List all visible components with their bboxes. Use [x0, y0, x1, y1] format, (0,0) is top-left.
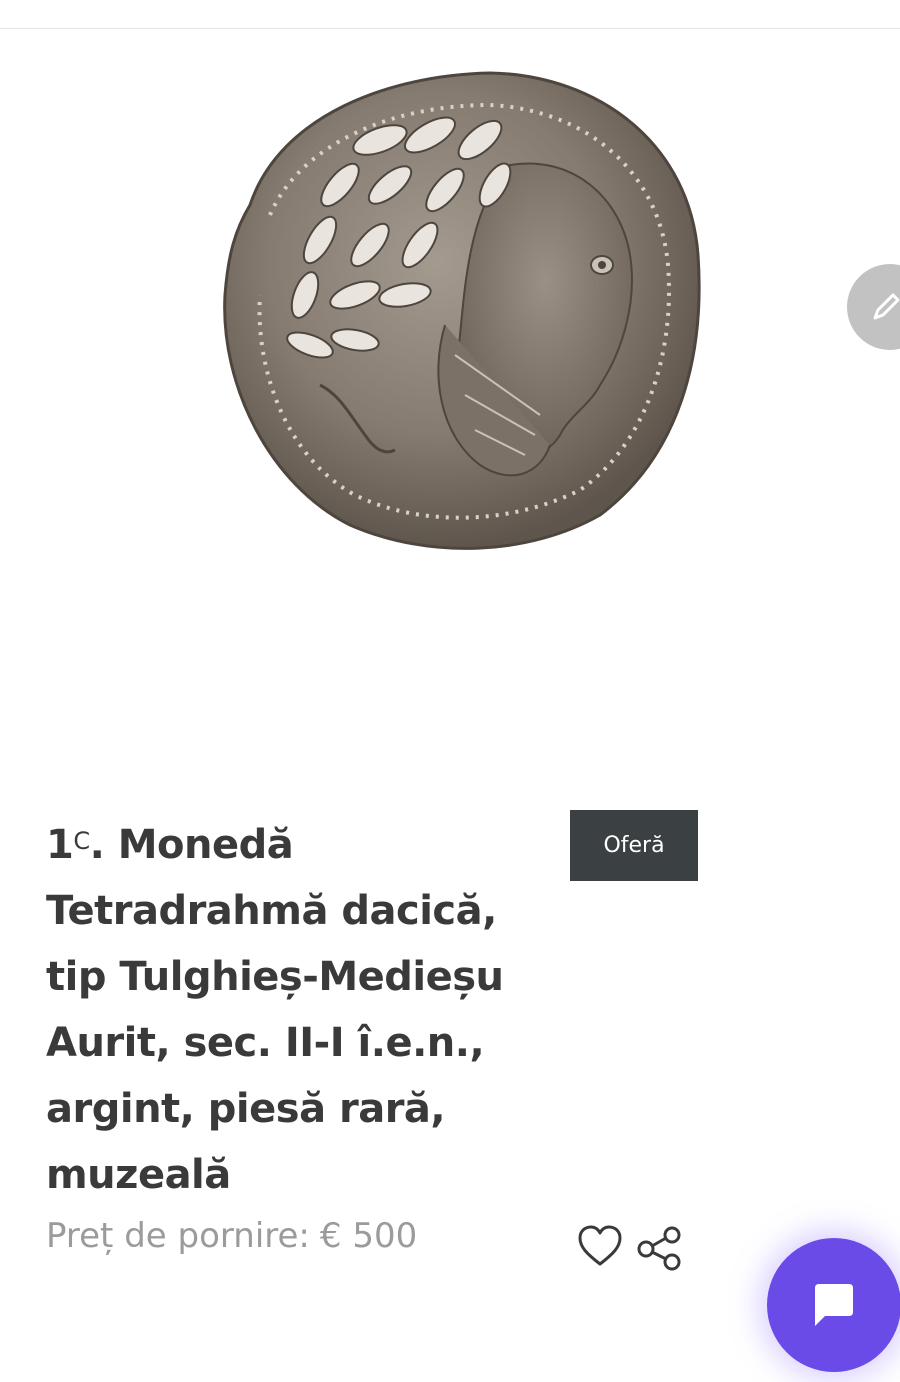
- edit-button[interactable]: [847, 264, 900, 350]
- price-value: € 500: [319, 1216, 418, 1256]
- share-icon[interactable]: [635, 1225, 683, 1271]
- product-title: 1C. Monedă Tetradrahmă dacică, tip Tulgh…: [46, 812, 516, 1208]
- starting-price: Preț de pornire: € 500: [46, 1216, 417, 1256]
- offer-button[interactable]: Oferă: [570, 810, 698, 881]
- heart-icon[interactable]: [577, 1224, 623, 1268]
- chat-button[interactable]: [767, 1238, 900, 1372]
- title-lot-suffix: C: [73, 827, 90, 855]
- price-label: Preț de pornire:: [46, 1216, 310, 1256]
- title-text: . Monedă Tetradrahmă dacică, tip Tulghie…: [46, 822, 504, 1198]
- chat-bubble-icon: [815, 1284, 853, 1326]
- top-divider: [0, 28, 900, 29]
- product-image[interactable]: [190, 55, 730, 575]
- pencil-icon: [873, 293, 900, 320]
- title-lot-number: 1: [46, 822, 74, 868]
